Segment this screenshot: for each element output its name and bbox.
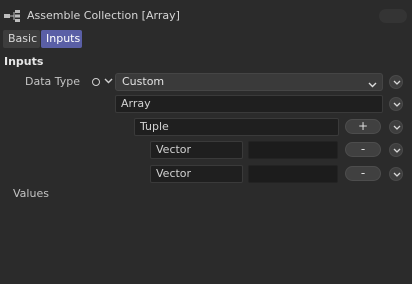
vector-options-button[interactable]: [389, 167, 403, 181]
expand-chevron-icon[interactable]: [104, 75, 113, 84]
tuple-field[interactable]: Tuple: [134, 118, 339, 136]
inputs-heading: Inputs: [4, 55, 44, 68]
node-collection-icon: [4, 10, 24, 22]
tab-inputs[interactable]: Inputs: [41, 30, 82, 48]
array-field[interactable]: Array: [115, 95, 383, 113]
add-button[interactable]: +: [345, 119, 381, 134]
array-options-button[interactable]: [389, 97, 403, 111]
chevron-down-icon: [393, 80, 401, 85]
title-toggle[interactable]: [379, 9, 407, 23]
vector-label-field[interactable]: Vector: [150, 165, 243, 183]
vector-options-button[interactable]: [389, 143, 403, 157]
remove-button[interactable]: -: [345, 166, 381, 181]
window-title: Assemble Collection [Array]: [27, 9, 180, 22]
chevron-down-icon: [368, 78, 377, 88]
chevron-down-icon: [393, 125, 401, 130]
chevron-down-icon: [393, 148, 401, 153]
keyframe-radio[interactable]: [92, 78, 100, 86]
data-type-options-button[interactable]: [389, 75, 403, 89]
vector-value-field[interactable]: [248, 141, 338, 159]
tuple-options-button[interactable]: [389, 120, 403, 134]
remove-button[interactable]: -: [345, 142, 381, 157]
data-type-dropdown[interactable]: Custom: [115, 73, 383, 91]
chevron-down-icon: [393, 102, 401, 107]
values-label: Values: [13, 187, 49, 200]
chevron-down-icon: [393, 172, 401, 177]
data-type-label: Data Type: [25, 75, 81, 88]
tab-basic[interactable]: Basic: [3, 30, 40, 48]
data-type-value: Custom: [122, 75, 165, 88]
vector-label-field[interactable]: Vector: [150, 141, 243, 159]
vector-value-field[interactable]: [248, 165, 338, 183]
